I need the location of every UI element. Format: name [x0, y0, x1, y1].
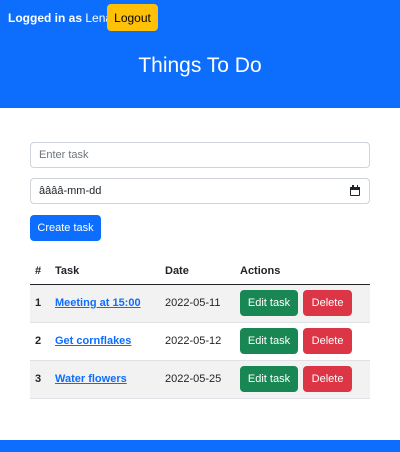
edit-task-button[interactable]: Edit task [240, 328, 298, 354]
task-link[interactable]: Meeting at 15:00 [55, 297, 141, 309]
task-date: 2022-05-25 [158, 360, 233, 399]
table-row: 2 Get cornflakes 2022-05-12 Edit task De… [30, 322, 370, 361]
table-row: 1 Meeting at 15:00 2022-05-11 Edit task … [30, 284, 370, 323]
calendar-icon[interactable] [349, 185, 361, 197]
header-bar: Logged in as Lena Logout Things To Do [0, 0, 400, 108]
page-title: Things To Do [138, 54, 262, 77]
delete-task-button[interactable]: Delete [303, 366, 353, 392]
header-actions: Actions [233, 258, 370, 285]
task-link[interactable]: Get cornflakes [55, 335, 131, 347]
header-date: Date [158, 258, 233, 285]
header-task: Task [48, 258, 158, 285]
header-number: # [30, 258, 48, 285]
create-task-button[interactable]: Create task [30, 215, 101, 241]
delete-task-button[interactable]: Delete [303, 290, 353, 316]
task-input[interactable] [30, 142, 370, 168]
footer-bar [0, 440, 400, 452]
date-input[interactable]: ââââ-mm-dd [30, 178, 370, 204]
login-status: Logged in as Lena [8, 11, 112, 25]
table-header-row: # Task Date Actions [30, 258, 370, 285]
row-number: 2 [30, 322, 48, 361]
task-date: 2022-05-11 [158, 284, 233, 323]
task-date: 2022-05-12 [158, 322, 233, 361]
edit-task-button[interactable]: Edit task [240, 366, 298, 392]
delete-task-button[interactable]: Delete [303, 328, 353, 354]
task-link[interactable]: Water flowers [55, 373, 127, 385]
edit-task-button[interactable]: Edit task [240, 290, 298, 316]
task-table: # Task Date Actions 1 Meeting at 15:00 2… [30, 258, 370, 399]
logout-button[interactable]: Logout [107, 4, 158, 31]
date-input-value: ââââ-mm-dd [39, 185, 102, 197]
logged-in-label: Logged in as [8, 11, 83, 25]
row-number: 3 [30, 360, 48, 399]
table-row: 3 Water flowers 2022-05-25 Edit task Del… [30, 360, 370, 399]
row-number: 1 [30, 284, 48, 323]
